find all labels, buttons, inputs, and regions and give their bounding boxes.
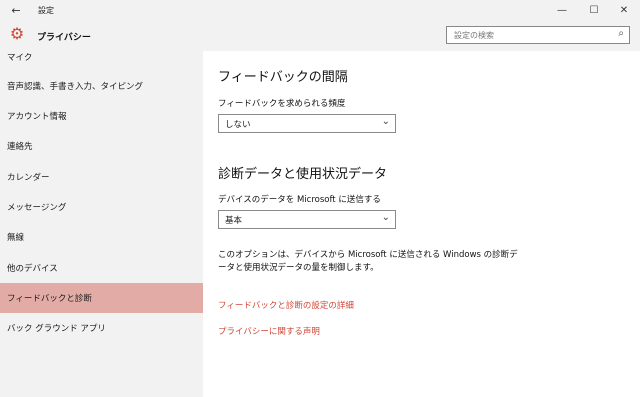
sidebar-item-radios[interactable]: 無線 [0, 222, 203, 252]
sidebar-item-messaging[interactable]: メッセージング [0, 192, 203, 222]
sidebar-item-contacts[interactable]: 連絡先 [0, 131, 203, 161]
link-feedback-details[interactable]: フィードバックと診断の設定の詳細 [218, 299, 354, 311]
sidebar-item-label: 音声認識、手書き入力、タイピング [7, 82, 144, 92]
sidebar-item-other-devices[interactable]: 他のデバイス [0, 253, 203, 283]
dropdown-value: しない [225, 120, 251, 130]
sidebar-item-label: マイク [7, 53, 33, 63]
maximize-button[interactable]: ☐ [578, 0, 610, 20]
sidebar-item-microphone[interactable]: マイク [0, 42, 203, 72]
gear-icon: ⚙ [9, 24, 25, 43]
feedback-heading: フィードバックの間隔 [218, 70, 348, 85]
feedback-frequency-dropdown[interactable]: しない ⌄ [218, 114, 396, 133]
back-button[interactable]: ← [0, 0, 32, 20]
title-bar: ← 設定 — ☐ ✕ [0, 0, 640, 20]
feedback-frequency-label: フィードバックを求められる頻度 [218, 99, 346, 109]
diagnostics-heading: 診断データと使用状況データ [218, 167, 388, 182]
sidebar-item-background-apps[interactable]: バック グラウンド アプリ [0, 313, 203, 343]
sidebar-item-speech[interactable]: 音声認識、手書き入力、タイピング [0, 71, 203, 101]
sidebar-item-feedback-diagnostics[interactable]: フィードバックと診断 [0, 283, 203, 313]
sidebar-item-label: 他のデバイス [7, 264, 58, 274]
sidebar-item-label: バック グラウンド アプリ [7, 324, 106, 334]
chevron-down-icon: ⌄ [381, 116, 390, 127]
sidebar-item-label: メッセージング [7, 203, 67, 213]
diagnostics-send-label: デバイスのデータを Microsoft に送信する [218, 195, 381, 205]
sidebar-item-calendar[interactable]: カレンダー [0, 162, 203, 192]
minimize-button[interactable]: — [546, 0, 578, 20]
link-privacy-statement[interactable]: プライバシーに関する声明 [218, 325, 320, 337]
diagnostics-description: このオプションは、デバイスから Microsoft に送信される Windows… [218, 250, 518, 273]
close-button[interactable]: ✕ [608, 0, 640, 20]
sidebar-item-label: フィードバックと診断 [7, 294, 92, 304]
chevron-down-icon: ⌄ [381, 212, 390, 223]
dropdown-value: 基本 [225, 216, 243, 226]
search-input[interactable]: 設定の検索 ⌕ [446, 26, 630, 44]
window-title: 設定 [38, 6, 54, 15]
sidebar-item-label: 連絡先 [7, 142, 33, 152]
sidebar-item-account-info[interactable]: アカウント情報 [0, 101, 203, 131]
main-content: フィードバックの間隔 フィードバックを求められる頻度 しない ⌄ 診断データと使… [203, 51, 640, 397]
sidebar-item-label: 無線 [7, 233, 25, 243]
search-placeholder: 設定の検索 [454, 31, 494, 40]
diagnostics-level-dropdown[interactable]: 基本 ⌄ [218, 210, 396, 229]
sidebar-item-label: カレンダー [7, 173, 50, 183]
search-icon[interactable]: ⌕ [618, 28, 624, 39]
sidebar-item-label: アカウント情報 [7, 112, 67, 122]
sidebar: マイク 音声認識、手書き入力、タイピング アカウント情報 連絡先 カレンダー メ… [0, 51, 203, 397]
